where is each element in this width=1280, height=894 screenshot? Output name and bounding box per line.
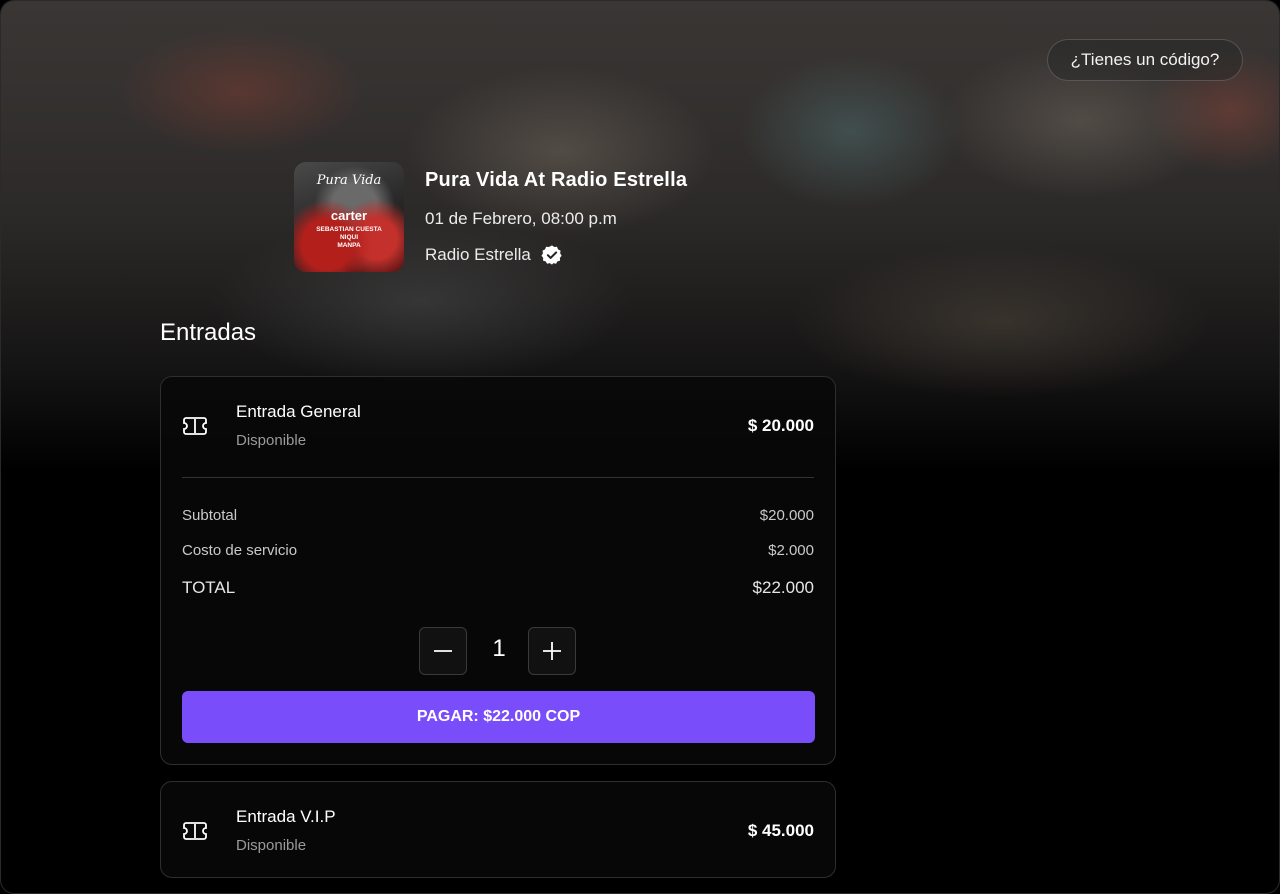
- app-frame: ¿Tienes un código? Pura Vida carter SEBA…: [0, 0, 1280, 894]
- total-label: TOTAL: [182, 578, 236, 597]
- event-poster: Pura Vida carter SEBASTIAN CUESTA NIQUI …: [294, 162, 404, 272]
- poster-lineup-1: SEBASTIAN CUESTA: [316, 226, 382, 233]
- poster-headliner: carter: [331, 208, 367, 223]
- subtotal-label: Subtotal: [182, 507, 238, 524]
- promo-code-button[interactable]: ¿Tienes un código?: [1047, 39, 1243, 81]
- ticket-status: Disponible: [236, 432, 307, 449]
- minus-icon: [434, 650, 452, 652]
- ticket-icon: [182, 821, 208, 841]
- event-venue[interactable]: Radio Estrella: [425, 244, 563, 266]
- increase-quantity-button[interactable]: [528, 627, 576, 675]
- total-value: $22.000: [752, 578, 814, 597]
- venue-name: Radio Estrella: [425, 245, 531, 264]
- event-date: 01 de Febrero, 08:00 p.m: [425, 209, 617, 228]
- total-row: TOTAL $22.000: [182, 578, 814, 598]
- service-fee-value: $2.000: [768, 542, 814, 559]
- service-fee-row: Costo de servicio $2.000: [182, 542, 814, 559]
- plus-icon: [543, 642, 561, 660]
- tickets-section-title: Entradas: [160, 319, 257, 346]
- ticket-icon: [182, 416, 208, 436]
- card-divider: [182, 477, 814, 478]
- ticket-name: Entrada General: [236, 402, 361, 421]
- poster-logo: Pura Vida: [316, 173, 382, 188]
- subtotal-value: $20.000: [759, 507, 814, 524]
- ticket-card-vip[interactable]: Entrada V.I.P Disponible $ 45.000: [160, 781, 836, 878]
- ticket-status: Disponible: [236, 837, 307, 854]
- poster-lineup-2: NIQUI: [340, 234, 358, 241]
- poster-lineup-3: MANPA: [337, 242, 361, 249]
- ticket-card-general[interactable]: Entrada General Disponible $ 20.000 Subt…: [160, 376, 836, 765]
- verified-badge-icon: [541, 244, 563, 266]
- ticket-price: $ 45.000: [747, 821, 814, 840]
- subtotal-row: Subtotal $20.000: [182, 507, 814, 524]
- quantity-value: 1: [492, 635, 506, 662]
- event-title: Pura Vida At Radio Estrella: [425, 169, 688, 191]
- service-fee-label: Costo de servicio: [182, 542, 298, 559]
- pay-button[interactable]: PAGAR: $22.000 COP: [182, 691, 815, 743]
- decrease-quantity-button[interactable]: [419, 627, 467, 675]
- ticket-name: Entrada V.I.P: [236, 807, 336, 826]
- ticket-price: $ 20.000: [747, 416, 814, 435]
